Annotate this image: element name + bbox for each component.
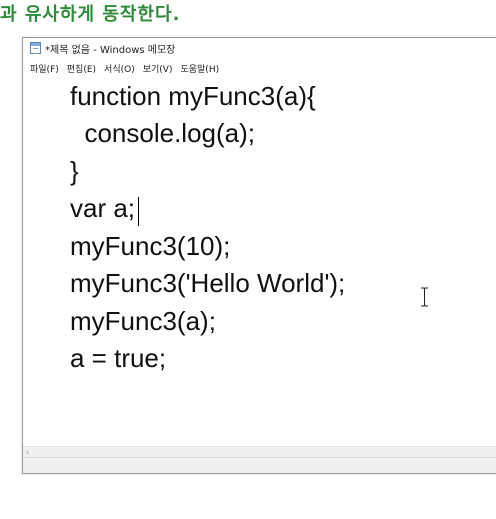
status-bar [23,457,496,473]
code-line: var a; [70,193,136,223]
code-line: console.log(a); [70,118,255,148]
instruction-heading: 과 유사하게 동작한다. [0,4,181,25]
notepad-icon [30,42,41,54]
code-line: myFunc3(a); [70,306,216,336]
code-line: myFunc3('Hello World'); [70,268,346,298]
code-line: } [70,156,79,186]
menu-edit[interactable]: 편집(E) [67,62,96,75]
horizontal-scrollbar[interactable]: ‹ [23,446,496,457]
window-title: *제목 없음 - Windows 메모장 [45,44,176,56]
menu-help[interactable]: 도움말(H) [180,62,219,75]
code-line: myFunc3(10); [70,231,231,261]
menu-file[interactable]: 파일(F) [30,62,59,75]
ibeam-cursor-icon [421,287,428,307]
title-bar[interactable]: *제목 없음 - Windows 메모장 [23,38,496,58]
menu-format[interactable]: 서식(O) [104,62,135,75]
notepad-window: *제목 없음 - Windows 메모장 파일(F) 편집(E) 서식(O) 보… [22,37,496,474]
text-caret [138,197,139,226]
scroll-left-arrow-icon[interactable]: ‹ [26,448,29,457]
text-editor-area[interactable]: function myFunc3(a){ console.log(a); } v… [23,79,496,446]
menu-bar: 파일(F) 편집(E) 서식(O) 보기(V) 도움말(H) [23,58,496,78]
code-line: function myFunc3(a){ [70,81,316,111]
code-line: a = true; [70,343,167,373]
menu-view[interactable]: 보기(V) [143,62,173,75]
